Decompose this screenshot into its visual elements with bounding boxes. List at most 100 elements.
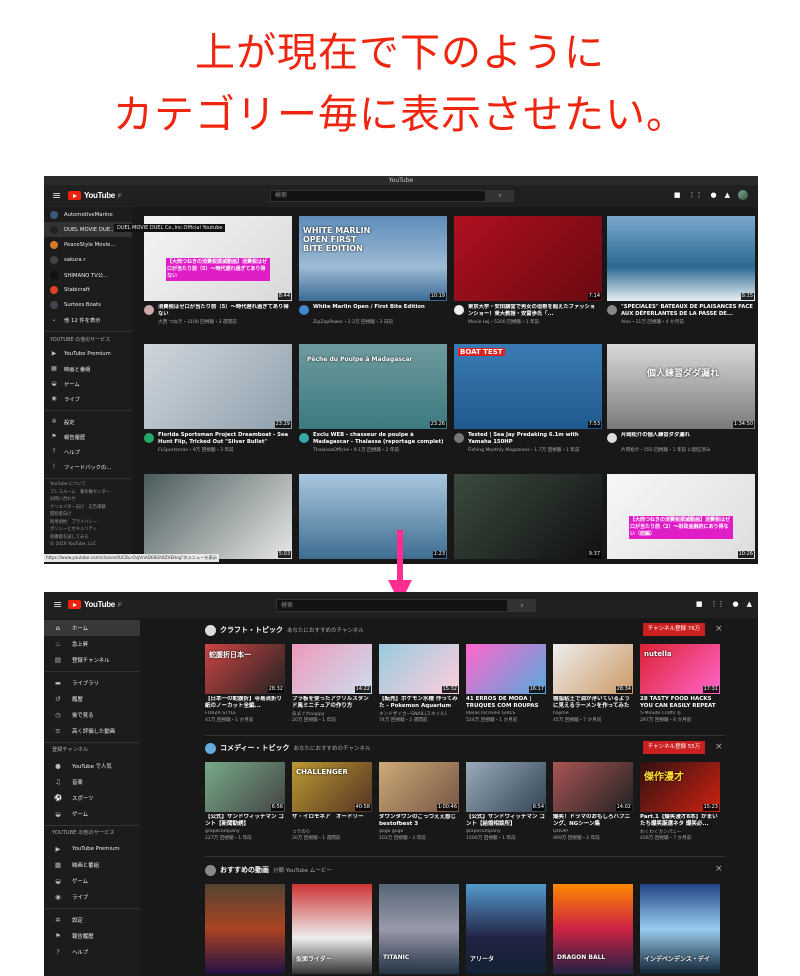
shelf-channel-icon[interactable] — [205, 742, 216, 754]
channel-avatar[interactable] — [607, 305, 617, 315]
sidebar-footer-link[interactable]: © 2019 YouTube, LLC — [50, 542, 96, 548]
video-card[interactable]: 8:15 "SPÉCIALES" BATEAUX DE PLAISANCES FA… — [607, 216, 755, 336]
sidebar-footer-link[interactable]: 利用規約 プライバシー — [50, 520, 97, 526]
sidebar-item[interactable]: ▶ YouTube Premium — [44, 346, 132, 361]
video-title[interactable]: ダウンタウンのごっつええ感じ bestofbest 3 — [379, 814, 459, 828]
sidebar-item-subscriptions[interactable]: ▤ 登録チャンネル — [44, 652, 140, 668]
sidebar-item-gamepad[interactable]: ◒ ゲーム — [44, 806, 140, 822]
video-card[interactable]: Pêche du Poulpe à Madagascar 23:26 Exclu W… — [299, 344, 447, 464]
shelf-title[interactable]: コメディー・トピック — [220, 743, 290, 753]
subscribe-button[interactable]: チャンネル登録 76万 — [643, 623, 705, 636]
sidebar-item[interactable]: ! フィードバックの... — [44, 459, 132, 474]
close-icon[interactable]: × — [715, 864, 723, 874]
video-title[interactable]: 【公式】サンドウィッチマン コント【新聞勧誘】 — [205, 814, 285, 828]
sidebar-footer-link[interactable]: YouTube について — [50, 482, 86, 488]
video-thumbnail[interactable]: 8:15 — [607, 216, 755, 301]
menu-icon[interactable]: ≡ — [53, 598, 62, 611]
movie-poster[interactable]: アリータ — [466, 884, 546, 974]
sidebar-footer-link[interactable]: ポリシーとセキュリティ — [50, 527, 97, 533]
video-thumbnail[interactable]: 7:14 — [454, 216, 602, 301]
video-title[interactable]: "SPÉCIALES" BATEAUX DE PLAISANCES FACE A… — [621, 304, 753, 318]
search-input[interactable]: 検索 — [276, 599, 508, 612]
sidebar-item-popular[interactable]: ● YouTube で人気 — [44, 758, 140, 774]
sidebar-item[interactable]: Surtees Boats — [44, 297, 132, 312]
sidebar-footer-link[interactable]: 開発者向け — [50, 512, 71, 518]
video-title[interactable]: 樹脂粘土で油が浮いているように見えるラーメンを作ってみた — [553, 696, 633, 710]
account-avatar[interactable] — [738, 190, 748, 200]
video-title[interactable]: Florida Sportsman Project Dreamboat - Se… — [158, 432, 290, 446]
video-thumbnail[interactable]: 蛇腹折日本一 28:32 — [205, 644, 285, 694]
close-icon[interactable]: × — [715, 624, 723, 634]
sidebar-footer-link[interactable]: お問い合わせ — [50, 497, 76, 503]
menu-icon[interactable]: ≡ — [52, 189, 61, 202]
video-card[interactable]: 【大西つねきの消費税撲滅動画】消費税はゼロが当たり前（2）〜財政金融的にあり得な… — [607, 474, 755, 564]
bell-icon[interactable]: ▲ — [747, 600, 752, 608]
video-channel[interactable]: 5-Minute Crafts ◎ — [640, 711, 720, 716]
sidebar-item[interactable]: sakura r — [44, 252, 132, 267]
video-card[interactable]: 9:37 — [454, 474, 602, 564]
shelf-title[interactable]: おすすめの動画 — [220, 865, 269, 875]
sidebar-item[interactable]: ? ヘルプ — [44, 444, 132, 459]
movie-poster[interactable]: TITANIC — [379, 884, 459, 974]
video-card[interactable]: 1:23 — [299, 474, 447, 564]
sidebar-footer-link[interactable]: 新機能を試してみる — [50, 535, 89, 541]
video-card[interactable]: 5:03 — [144, 474, 292, 564]
sidebar-item[interactable]: ◉ ライブ — [44, 391, 132, 406]
video-thumbnail[interactable]: 9:37 — [454, 474, 602, 559]
video-card[interactable]: 個人練習ダダ漏れ 1:34:50 片岡松介の個人練習ダダ漏れ 片岡松介・555 回視聴… — [607, 344, 755, 464]
channel-avatar[interactable] — [144, 305, 154, 315]
video-thumbnail[interactable]: CHALLENGER 40:58 — [292, 762, 372, 812]
sidebar-item-gamepad[interactable]: ◒ ゲーム — [44, 873, 140, 889]
apps-grid-icon[interactable]: ⋮⋮ — [711, 600, 725, 608]
video-thumbnail[interactable]: WHITE MARLIN OPEN FIRST BITE EDITION 10:1… — [299, 216, 447, 301]
sidebar-item-sports[interactable]: ⚽ スポーツ — [44, 790, 140, 806]
sidebar-item-list[interactable]: ≡ 高く評価した動画 — [44, 723, 140, 739]
sidebar-item-history[interactable]: ↺ 履歴 — [44, 691, 140, 707]
sidebar-item-live[interactable]: ◉ ライブ — [44, 889, 140, 905]
video-title[interactable]: 41 ERROS DE MODA | TRUQUES COM ROUPAS E.… — [466, 696, 546, 710]
video-thumbnail[interactable]: Pêche du Poulpe à Madagascar 23:26 — [299, 344, 447, 429]
youtube-logo[interactable]: YouTube JP — [68, 191, 122, 200]
video-card[interactable]: 7:14 東京大学・安田講堂で男女の垣根を超えたファッションショー！東大教授・安冨… — [454, 216, 602, 336]
video-channel[interactable]: grapecompany — [466, 829, 546, 834]
video-title[interactable]: 【公式】サンドウィッチマン コント【結婚相談所】 — [466, 814, 546, 828]
sidebar-footer-link[interactable]: プレスルーム 著作権センター — [50, 490, 110, 496]
sidebar-item-youtube-premium[interactable]: ▶ YouTube Premium — [44, 841, 140, 857]
youtube-logo[interactable]: YouTube JP — [68, 600, 122, 609]
close-icon[interactable]: × — [715, 742, 723, 752]
video-card[interactable]: BOAT TEST 7:53 Tested | Sea Jay Predaking … — [454, 344, 602, 464]
sidebar-item-film[interactable]: ▦ 映画と番組 — [44, 857, 140, 873]
sidebar-item[interactable]: Stabicraft — [44, 282, 132, 297]
movie-poster[interactable]: 仮面ライダー — [292, 884, 372, 974]
channel-avatar[interactable] — [454, 305, 464, 315]
video-thumbnail[interactable]: 1:23 — [299, 474, 447, 559]
sidebar-item[interactable]: ✲ 設定 — [44, 414, 132, 429]
video-thumbnail[interactable]: 5:03 — [144, 474, 292, 559]
video-channel[interactable]: QOOIP — [553, 829, 633, 834]
video-title[interactable]: Exclu WEB - chasseur de poulpe à Madagas… — [313, 432, 445, 446]
video-title[interactable]: White Marlin Open / First Bite Edition — [313, 304, 445, 318]
video-card[interactable]: 23:29 Florida Sportsman Project Dreamboat… — [144, 344, 292, 464]
video-thumbnail[interactable]: 15:32 — [379, 644, 459, 694]
shelf-channel-icon[interactable] — [205, 624, 216, 636]
sidebar-item[interactable]: PeaceStyle Movie... — [44, 237, 132, 252]
sidebar-item-home[interactable]: ⌂ ホーム — [44, 620, 140, 636]
sidebar-item-folder[interactable]: ▬ ライブラリ — [44, 675, 140, 691]
shelf-channel-icon[interactable] — [205, 864, 216, 876]
video-card[interactable]: 【大西つねきの消費税撲滅動画】消費税はゼロが当たり前（5）〜時代遅れ過ぎてあり得… — [144, 216, 292, 336]
video-title[interactable]: Tested | Sea Jay Predaking 6.1m with Yam… — [468, 432, 600, 446]
video-thumbnail[interactable]: BOAT TEST 7:53 — [454, 344, 602, 429]
video-channel[interactable]: hajime — [553, 711, 633, 716]
video-card[interactable]: WHITE MARLIN OPEN FIRST BITE EDITION 10:1… — [299, 216, 447, 336]
video-title[interactable]: 爆笑！ドラマのおもしろハプニング、NGシーン集 — [553, 814, 633, 828]
video-channel[interactable]: gogo gogo — [379, 829, 459, 834]
video-thumbnail[interactable]: 28:34 — [553, 644, 633, 694]
video-title[interactable]: 【転売】ポケモン水槽 作ってみた - Pokemon Aquarium — [379, 696, 459, 710]
video-title[interactable]: 片岡松介の個人練習ダダ漏れ — [621, 432, 753, 446]
video-thumbnail[interactable]: 23:29 — [144, 344, 292, 429]
video-channel[interactable]: Ideias Incríveis GIRLS — [466, 711, 546, 716]
channel-avatar[interactable] — [299, 433, 309, 443]
shelf-title[interactable]: クラフト・トピック — [220, 625, 283, 635]
video-thumbnail[interactable]: nutella 17:31 — [640, 644, 720, 694]
bell-icon[interactable]: ▲ — [725, 191, 730, 199]
